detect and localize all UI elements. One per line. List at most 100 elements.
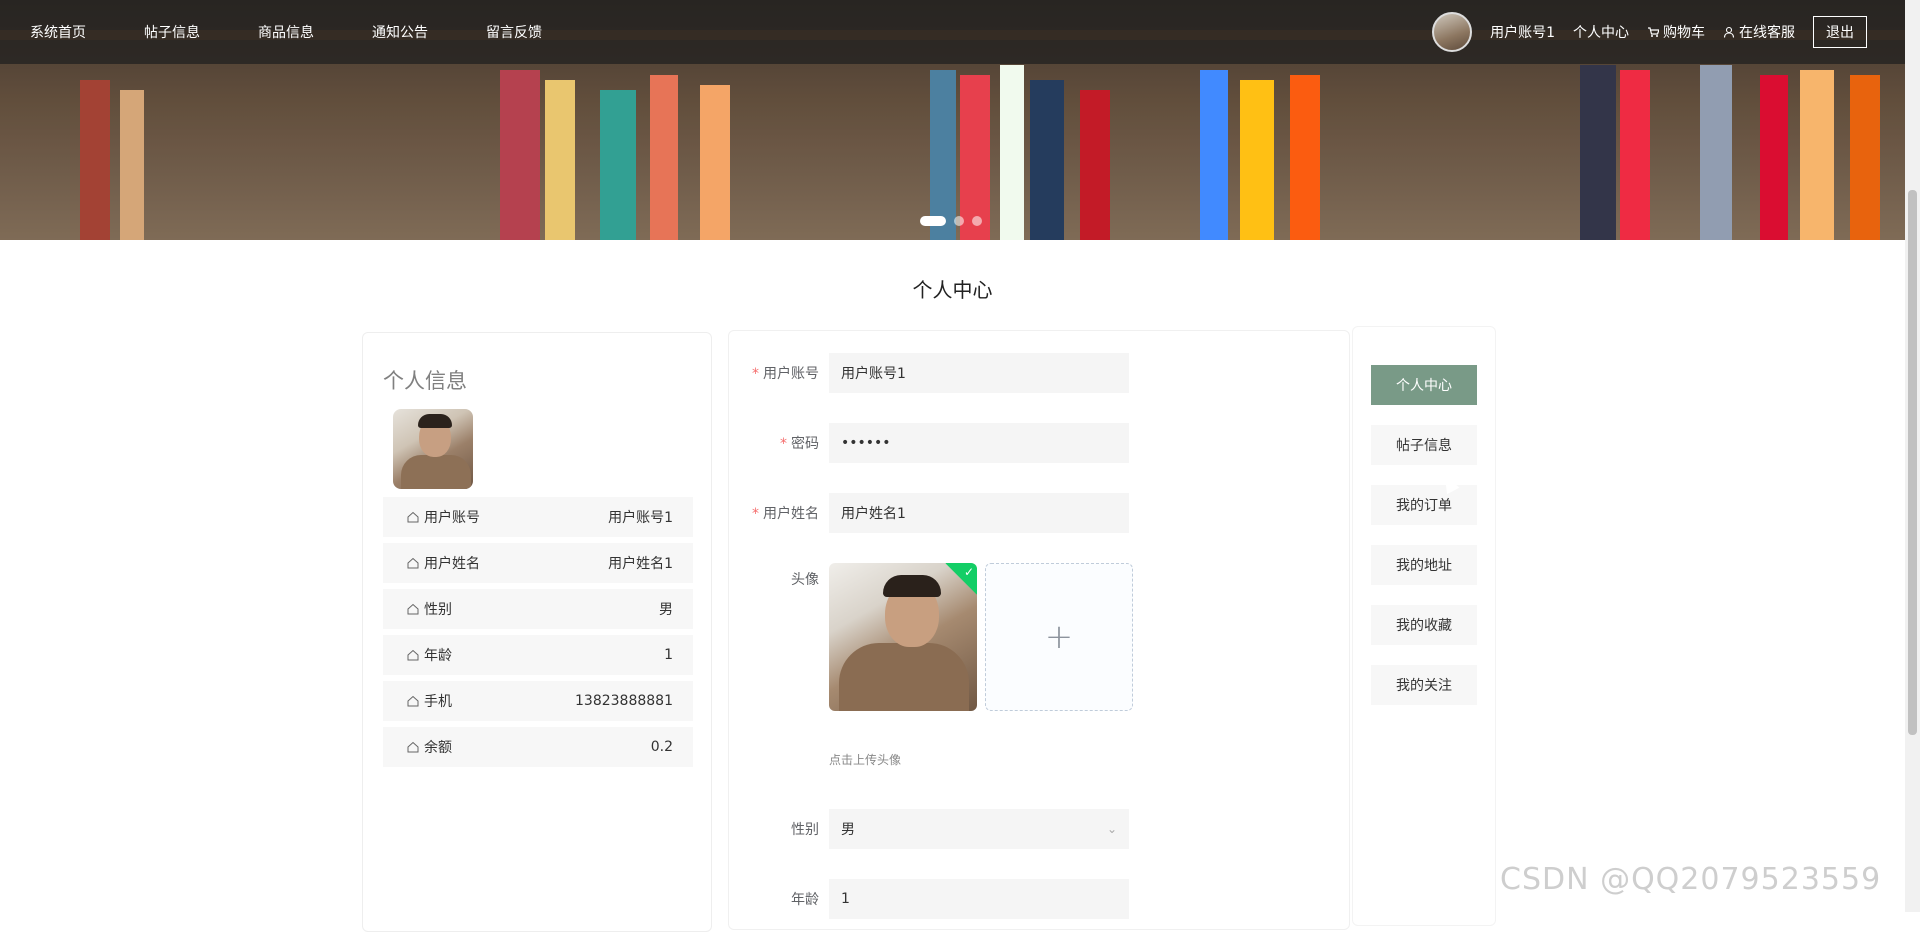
profile-avatar xyxy=(393,409,473,489)
list-item: 余额 0.2 xyxy=(383,727,693,767)
menu-item-favorites[interactable]: 我的收藏 xyxy=(1371,605,1477,645)
info-label: 余额 xyxy=(407,737,452,757)
gender-label: 性别 xyxy=(791,822,819,838)
info-label: 性别 xyxy=(407,599,452,619)
scrollbar-thumb[interactable] xyxy=(1908,190,1917,735)
user-avatar[interactable] xyxy=(1432,12,1473,52)
nav-cart[interactable]: 购物车 xyxy=(1647,22,1705,42)
page-title: 个人中心 xyxy=(912,278,993,302)
plus-icon: + xyxy=(1044,617,1074,657)
carousel-indicators xyxy=(920,216,982,226)
password-input[interactable]: •••••• xyxy=(829,423,1129,463)
list-item: 手机 13823888881 xyxy=(383,681,693,721)
account-label: * 用户账号 xyxy=(729,363,819,383)
age-label: 年龄 xyxy=(791,892,819,908)
uploaded-avatar[interactable]: ✓ xyxy=(829,563,977,711)
menu-item-posts[interactable]: 帖子信息 xyxy=(1371,425,1477,465)
required-mark: * xyxy=(752,366,759,382)
info-value: 用户账号1 xyxy=(608,510,673,526)
form-row-password: * 密码 •••••• xyxy=(729,423,1351,463)
info-label: 年龄 xyxy=(407,645,452,665)
password-label: * 密码 xyxy=(729,433,819,453)
nav-item-notices[interactable]: 通知公告 xyxy=(372,22,428,42)
info-value: 13823888881 xyxy=(575,693,673,709)
info-label-text: 用户姓名 xyxy=(424,556,480,572)
info-label-text: 性别 xyxy=(424,602,452,618)
info-value: 1 xyxy=(664,647,673,663)
carousel-dot[interactable] xyxy=(954,216,964,226)
top-navigation: 系统首页 帖子信息 商品信息 通知公告 留言反馈 用户账号1 个人中心 购物车 … xyxy=(0,0,1905,64)
home-icon xyxy=(407,511,419,523)
account-input[interactable]: 用户账号1 xyxy=(829,353,1129,393)
form-row-gender: 性别 男 ⌄ xyxy=(729,809,1351,849)
nav-online-service[interactable]: 在线客服 xyxy=(1723,22,1795,42)
chevron-down-icon: ⌄ xyxy=(1106,822,1117,836)
name-input[interactable]: 用户姓名1 xyxy=(829,493,1129,533)
form-row-account: * 用户账号 用户账号1 xyxy=(729,353,1351,393)
avatar-body xyxy=(839,643,969,711)
age-input[interactable]: 1 xyxy=(829,879,1129,919)
list-item: 用户账号 用户账号1 xyxy=(383,497,693,537)
password-label-text: 密码 xyxy=(791,436,819,452)
logout-button[interactable]: 退出 xyxy=(1813,16,1867,48)
list-item: 用户姓名 用户姓名1 xyxy=(383,543,693,583)
nav-item-products[interactable]: 商品信息 xyxy=(258,22,314,42)
required-mark: * xyxy=(780,436,787,452)
home-icon xyxy=(407,557,419,569)
required-mark: * xyxy=(752,506,759,522)
info-value: 用户姓名1 xyxy=(608,556,673,572)
info-label-text: 手机 xyxy=(424,694,452,710)
cart-icon xyxy=(1648,27,1659,37)
service-label: 在线客服 xyxy=(1739,25,1795,41)
profile-edit-form: * 用户账号 用户账号1 * 密码 •••••• * 用户姓名 用户姓名1 头像 ✓ … xyxy=(728,330,1350,930)
home-icon xyxy=(407,741,419,753)
info-label: 用户姓名 xyxy=(407,553,480,573)
personal-center-menu: 个人中心 帖子信息 我的订单 我的地址 我的收藏 我的关注 xyxy=(1352,326,1496,926)
info-value: 0.2 xyxy=(650,739,673,755)
nav-username[interactable]: 用户账号1 xyxy=(1490,22,1555,42)
form-row-avatar: 头像 ✓ + xyxy=(729,563,1351,713)
profile-info-list: 用户账号 用户账号1 用户姓名 用户姓名1 性别 男 年龄 1 手机 13823… xyxy=(383,497,693,773)
profile-card-title: 个人信息 xyxy=(383,369,467,393)
name-label-text: 用户姓名 xyxy=(763,506,819,522)
info-label-text: 年龄 xyxy=(424,648,452,664)
form-row-age: 年龄 1 xyxy=(729,879,1351,919)
nav-personal-center[interactable]: 个人中心 xyxy=(1573,22,1629,42)
profile-info-card: 个人信息 用户账号 用户账号1 用户姓名 用户姓名1 性别 男 年龄 1 手机 … xyxy=(362,332,712,932)
check-icon: ✓ xyxy=(963,565,974,579)
info-label-text: 用户账号 xyxy=(424,510,480,526)
info-label: 手机 xyxy=(407,691,452,711)
avatar-upload-button[interactable]: + xyxy=(985,563,1133,711)
nav-right-group: 用户账号1 个人中心 购物车 在线客服 退出 xyxy=(1432,0,1867,64)
upload-tip: 点击上传头像 xyxy=(829,753,902,767)
gender-value: 男 xyxy=(841,822,855,838)
watermark: CSDN @QQ2079523559 xyxy=(1500,862,1882,897)
avatar-body xyxy=(401,455,471,489)
list-item: 性别 男 xyxy=(383,589,693,629)
carousel-dot[interactable] xyxy=(920,216,946,226)
carousel-dot[interactable] xyxy=(972,216,982,226)
page-scrollbar[interactable] xyxy=(1905,0,1920,912)
home-icon xyxy=(407,603,419,615)
avatar-label: 头像 xyxy=(791,572,819,588)
user-icon xyxy=(1723,26,1735,38)
nav-item-home[interactable]: 系统首页 xyxy=(30,22,86,42)
name-label: * 用户姓名 xyxy=(729,503,819,523)
home-icon xyxy=(407,695,419,707)
info-label: 用户账号 xyxy=(407,507,480,527)
nav-item-posts[interactable]: 帖子信息 xyxy=(144,22,200,42)
avatar-hair xyxy=(418,414,452,428)
list-item: 年龄 1 xyxy=(383,635,693,675)
info-label-text: 余额 xyxy=(424,740,452,756)
cart-label: 购物车 xyxy=(1663,25,1705,41)
menu-item-address[interactable]: 我的地址 xyxy=(1371,545,1477,585)
home-icon xyxy=(407,649,419,661)
info-value: 男 xyxy=(659,602,673,618)
menu-item-orders[interactable]: 我的订单 xyxy=(1371,485,1477,525)
form-row-name: * 用户姓名 用户姓名1 xyxy=(729,493,1351,533)
gender-select[interactable]: 男 ⌄ xyxy=(829,809,1129,849)
nav-item-feedback[interactable]: 留言反馈 xyxy=(486,22,542,42)
menu-item-personal-center[interactable]: 个人中心 xyxy=(1371,365,1477,405)
account-label-text: 用户账号 xyxy=(763,366,819,382)
menu-item-follows[interactable]: 我的关注 xyxy=(1371,665,1477,705)
